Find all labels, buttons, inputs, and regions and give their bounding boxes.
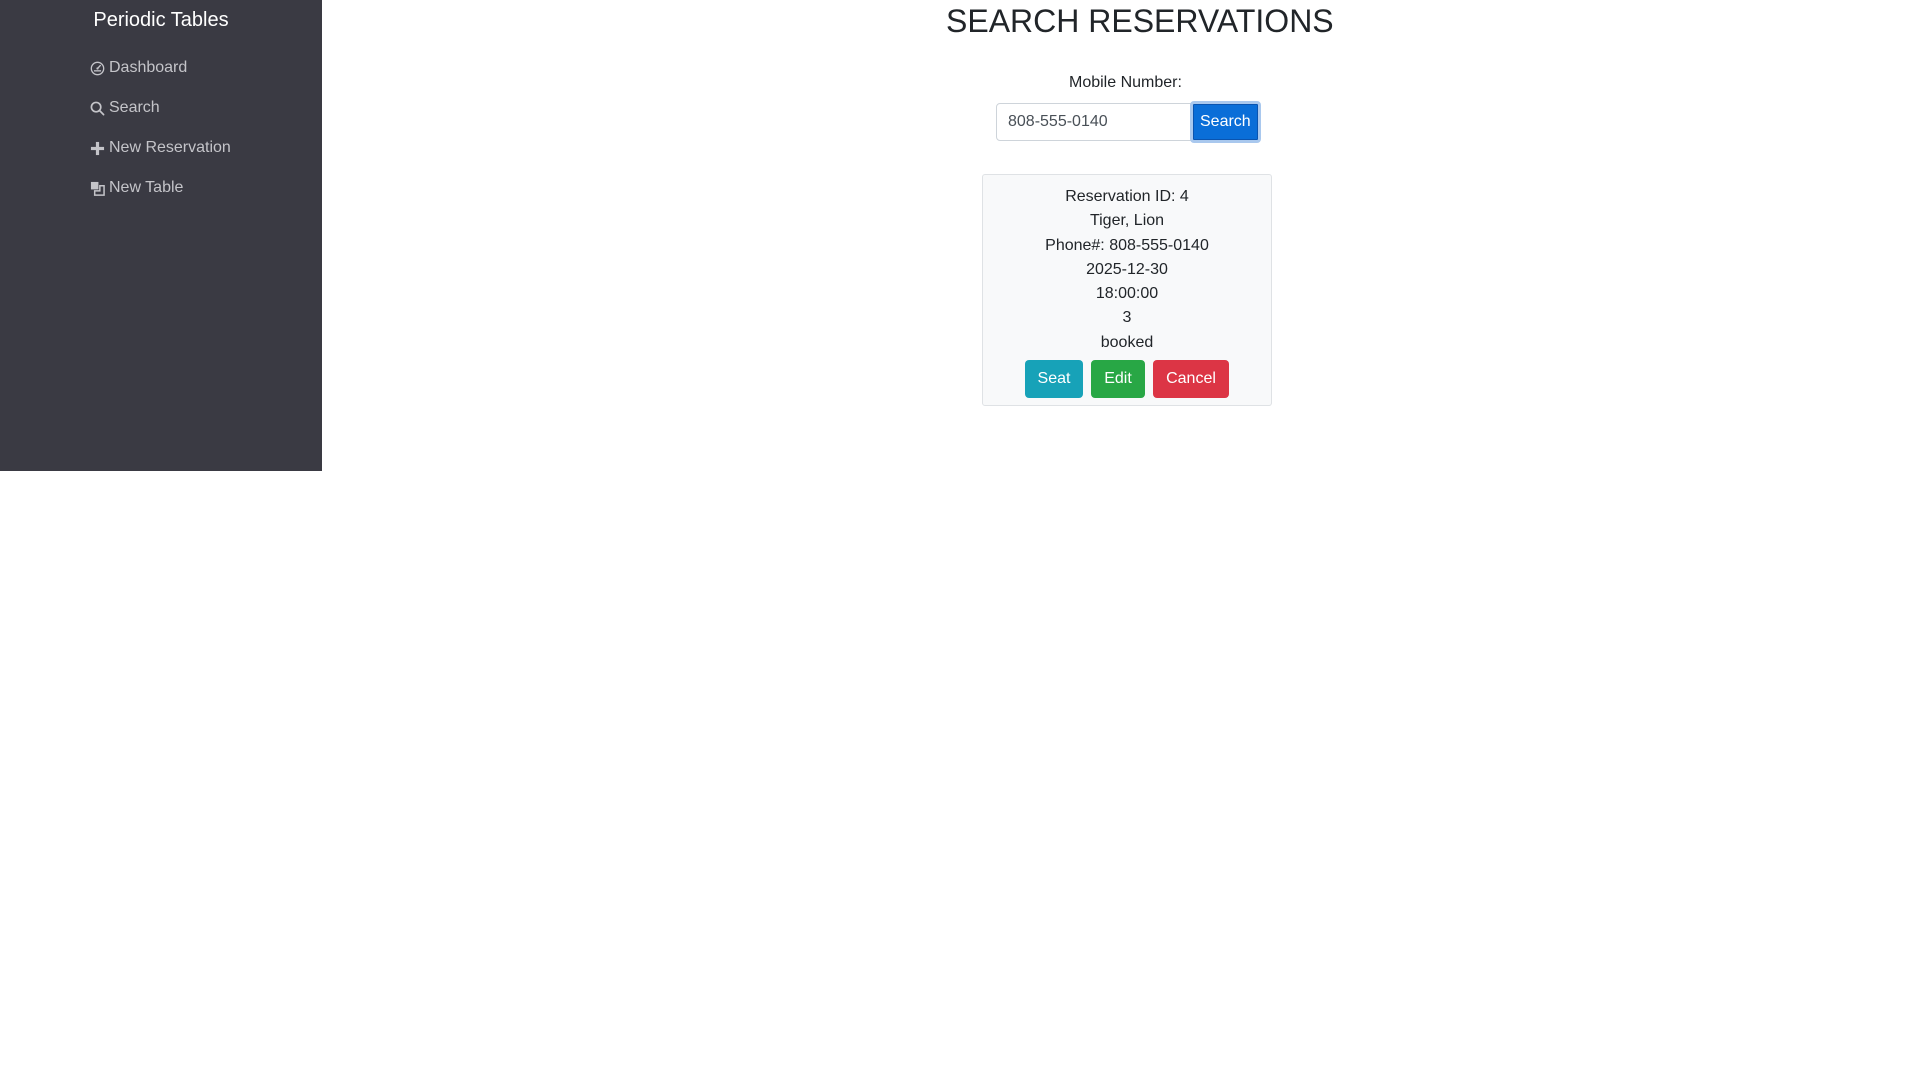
plus-icon <box>89 140 105 156</box>
sidebar-item-label: New Table <box>109 179 184 196</box>
reservation-card: Reservation ID: 4 Tiger, Lion Phone#: 80… <box>982 174 1272 406</box>
cancel-button[interactable]: Cancel <box>1153 360 1229 399</box>
sidebar: Periodic Tables Dashboard Search New Res… <box>0 0 322 471</box>
reservation-id: Reservation ID: 4 <box>1065 188 1189 205</box>
sidebar-item-new-table[interactable]: New Table <box>89 168 231 208</box>
seat-button[interactable]: Seat <box>1025 360 1083 399</box>
mobile-number-input[interactable] <box>996 103 1192 141</box>
reservation-people: 3 <box>1122 309 1132 327</box>
sidebar-item-label: New Reservation <box>109 139 231 156</box>
page-title: SEARCH RESERVATIONS <box>946 3 1334 39</box>
search-button[interactable]: Search <box>1190 101 1261 143</box>
mobile-number-label: Mobile Number: <box>1069 74 1182 91</box>
edit-button[interactable]: Edit <box>1091 360 1145 399</box>
layers-icon <box>89 180 105 196</box>
sidebar-item-label: Search <box>109 99 160 116</box>
reservation-phone: Phone#: 808-555-0140 <box>1045 236 1209 254</box>
sidebar-item-new-reservation[interactable]: New Reservation <box>89 128 231 168</box>
sidebar-item-dashboard[interactable]: Dashboard <box>89 48 231 88</box>
app-brand[interactable]: Periodic Tables <box>0 8 322 32</box>
sidebar-item-label: Dashboard <box>109 59 188 76</box>
reservation-actions: Seat Edit Cancel <box>983 360 1271 399</box>
reservation-date: 2025-12-30 <box>1086 260 1168 278</box>
reservation-name: Tiger, Lion <box>1089 212 1165 230</box>
reservation-status: booked <box>1100 333 1154 351</box>
search-icon <box>89 100 105 116</box>
sidebar-nav: Dashboard Search New Reservation New Tab… <box>89 48 231 208</box>
dashboard-icon <box>89 60 105 76</box>
sidebar-item-search[interactable]: Search <box>89 88 231 128</box>
reservation-time: 18:00:00 <box>1095 285 1159 303</box>
